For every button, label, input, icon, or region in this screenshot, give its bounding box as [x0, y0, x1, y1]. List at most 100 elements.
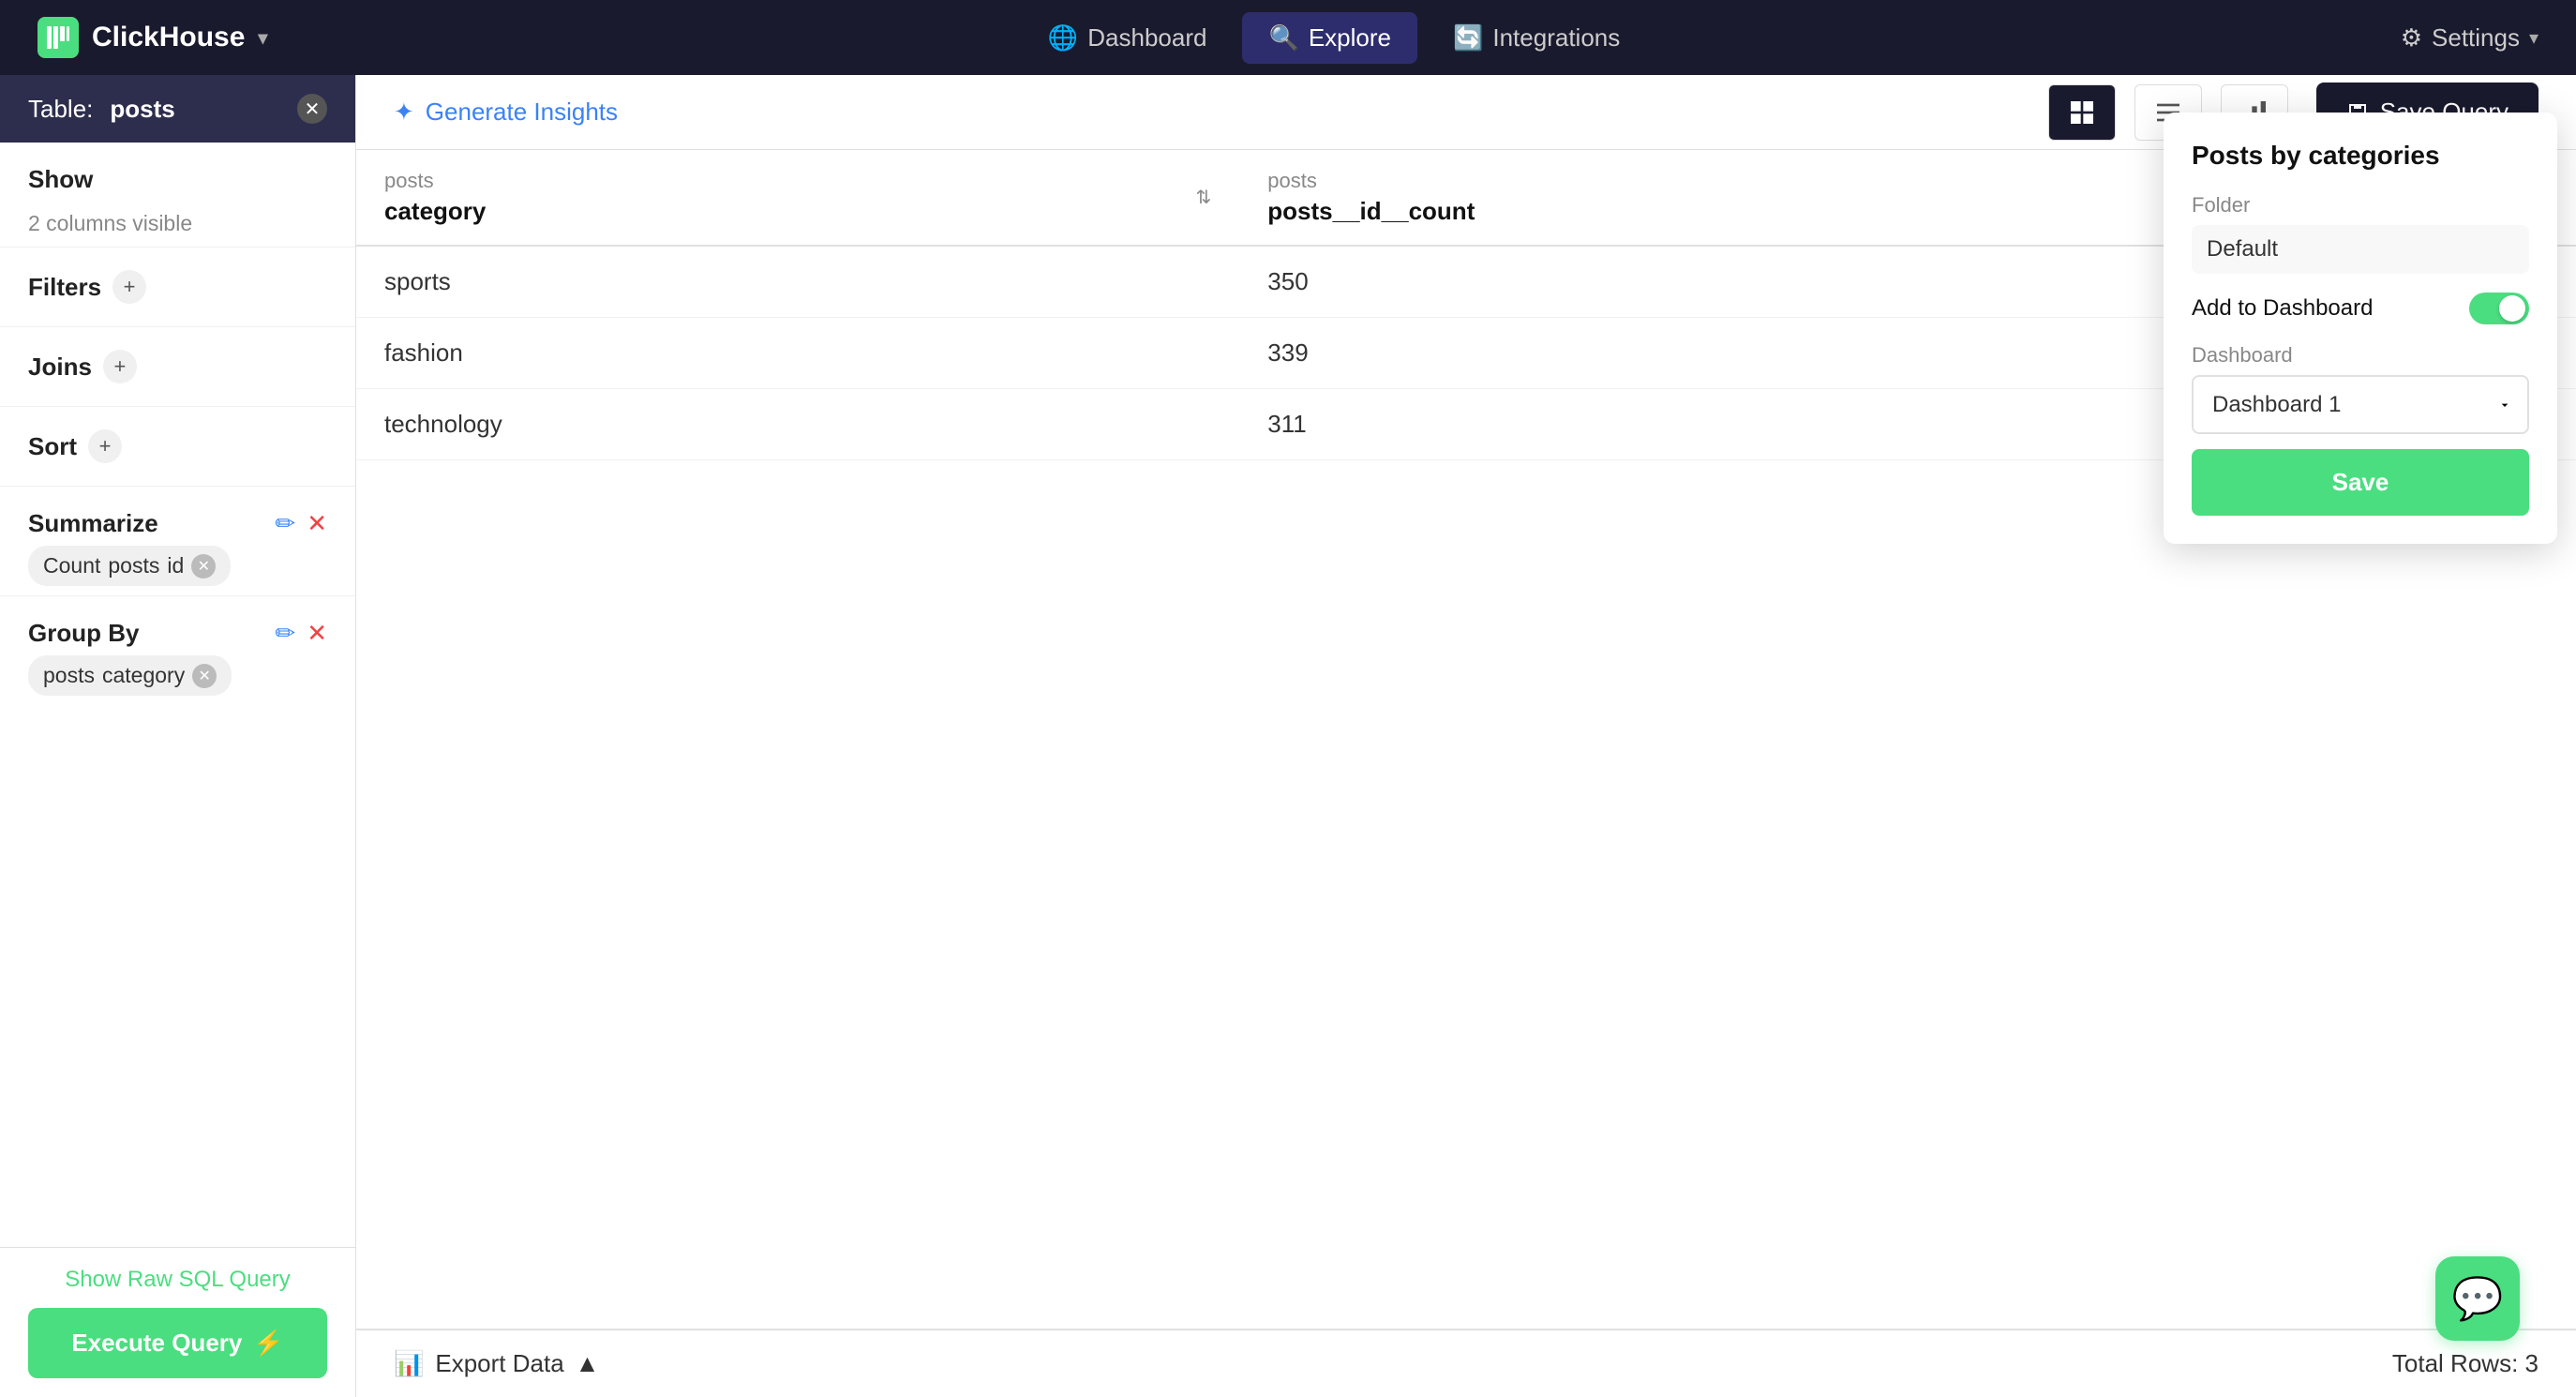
explore-label: Explore: [1309, 23, 1391, 53]
logo-dropdown-arrow: ▾: [258, 26, 267, 50]
popup-folder-label: Folder: [2192, 193, 2529, 218]
sort-header: Sort +: [28, 429, 327, 463]
sort-section: Sort +: [0, 407, 355, 487]
group-by-chips: posts category ✕: [28, 655, 327, 696]
edit-group-by-button[interactable]: ✏: [275, 619, 295, 648]
export-icon: 📊: [394, 1349, 424, 1378]
table-view-button[interactable]: [2048, 84, 2116, 141]
table-label: Table:: [28, 95, 93, 124]
cell-category-2: technology: [356, 389, 1239, 460]
delete-summarize-button[interactable]: ✕: [307, 509, 327, 538]
explore-icon: 🔍: [1268, 23, 1298, 53]
remove-group-by-chip-button[interactable]: ✕: [192, 664, 217, 688]
chat-icon: 💬: [2452, 1274, 2504, 1323]
logo-box: [37, 17, 79, 58]
group-by-header: Group By ✏ ✕: [28, 619, 327, 648]
summarize-func: Count: [43, 553, 100, 578]
generate-insights-button[interactable]: ✦ Generate Insights: [394, 98, 618, 127]
summarize-chip[interactable]: Count posts id ✕: [28, 546, 231, 586]
sidebar-bottom: Show Raw SQL Query Execute Query ⚡: [0, 1247, 355, 1397]
group-by-table: posts: [43, 663, 95, 688]
group-by-title: Group By: [28, 619, 139, 648]
add-to-dashboard-toggle[interactable]: [2469, 293, 2529, 324]
execute-query-button[interactable]: Execute Query ⚡: [28, 1308, 327, 1378]
export-data-button[interactable]: 📊 Export Data ▲: [394, 1349, 599, 1378]
popup-dashboard-label: Dashboard: [2192, 343, 2529, 368]
delete-group-by-button[interactable]: ✕: [307, 619, 327, 648]
table-name: posts: [110, 95, 174, 124]
nav-explore[interactable]: 🔍 Explore: [1242, 12, 1417, 64]
settings-button[interactable]: ⚙ Settings ▾: [2401, 23, 2539, 53]
execute-label: Execute Query: [71, 1329, 242, 1358]
group-by-chip[interactable]: posts category ✕: [28, 655, 232, 696]
popup-add-to-dashboard-label: Add to Dashboard: [2192, 295, 2373, 322]
show-title: Show: [28, 165, 93, 194]
summarize-section: Summarize ✏ ✕ Count posts id ✕: [0, 487, 355, 596]
app-logo[interactable]: ClickHouse ▾: [37, 17, 267, 58]
generate-insights-icon: ✦: [394, 98, 414, 127]
save-query-popup: Posts by categories Folder Default Add t…: [2164, 113, 2557, 544]
joins-header: Joins +: [28, 350, 327, 383]
sidebar-header: Table: posts ✕: [0, 75, 355, 143]
settings-label: Settings: [2432, 23, 2520, 53]
popup-save-button[interactable]: Save: [2192, 449, 2529, 516]
summarize-field: id: [167, 553, 184, 578]
col-table-2: posts: [1267, 169, 1475, 193]
app-name: ClickHouse: [92, 22, 245, 53]
show-header: Show: [28, 165, 327, 194]
popup-toggle-row: Add to Dashboard: [2192, 293, 2529, 324]
sort-title: Sort: [28, 432, 77, 461]
group-by-field: category: [102, 663, 185, 688]
filters-section: Filters +: [0, 248, 355, 327]
export-label: Export Data: [435, 1349, 563, 1378]
show-section: Show 2 columns visible: [0, 143, 355, 248]
dashboard-select[interactable]: Dashboard 1 Dashboard 2 Dashboard 3: [2192, 375, 2529, 434]
export-bar: 📊 Export Data ▲ Total Rows: 3: [356, 1329, 2576, 1397]
dashboard-label: Dashboard: [1087, 23, 1206, 53]
summarize-actions: ✏ ✕: [275, 509, 327, 538]
nav-center: 🌐 Dashboard 🔍 Explore 🔄 Integrations: [1022, 12, 1646, 64]
joins-title: Joins: [28, 353, 92, 382]
top-nav: ClickHouse ▾ 🌐 Dashboard 🔍 Explore 🔄 Int…: [0, 0, 2576, 75]
group-by-section: Group By ✏ ✕ posts category ✕: [0, 596, 355, 705]
settings-arrow: ▾: [2529, 26, 2539, 50]
chat-bubble-button[interactable]: 💬: [2435, 1256, 2520, 1341]
col-name-1: category: [384, 197, 486, 226]
integrations-label: Integrations: [1492, 23, 1620, 53]
nav-dashboard[interactable]: 🌐 Dashboard: [1022, 12, 1234, 64]
col-name-2: posts__id__count: [1267, 197, 1475, 226]
sort-icon-1[interactable]: ⇅: [1196, 186, 1212, 209]
show-sql-link[interactable]: Show Raw SQL Query: [28, 1267, 327, 1293]
summarize-table: posts: [108, 553, 159, 578]
execute-icon: ⚡: [253, 1329, 283, 1358]
column-header-category: posts category ⇅: [356, 150, 1239, 246]
edit-summarize-button[interactable]: ✏: [275, 509, 295, 538]
close-table-button[interactable]: ✕: [297, 94, 327, 124]
group-by-actions: ✏ ✕: [275, 619, 327, 648]
settings-icon: ⚙: [2401, 23, 2422, 53]
filters-header: Filters +: [28, 270, 327, 304]
generate-insights-label: Generate Insights: [426, 98, 618, 127]
export-chevron: ▲: [576, 1349, 600, 1378]
joins-section: Joins +: [0, 327, 355, 407]
summarize-title: Summarize: [28, 509, 158, 538]
popup-folder-value: Default: [2192, 225, 2529, 274]
col-table-1: posts: [384, 169, 486, 193]
nav-integrations[interactable]: 🔄 Integrations: [1427, 12, 1646, 64]
cell-category-0: sports: [356, 246, 1239, 318]
total-rows-text: Total Rows: 3: [2392, 1349, 2539, 1378]
columns-visible-text: 2 columns visible: [28, 211, 192, 235]
add-sort-button[interactable]: +: [88, 429, 122, 463]
add-filter-button[interactable]: +: [112, 270, 146, 304]
toggle-knob: [2499, 295, 2525, 322]
cell-category-1: fashion: [356, 318, 1239, 389]
remove-summarize-chip-button[interactable]: ✕: [191, 554, 216, 578]
popup-title: Posts by categories: [2192, 141, 2529, 171]
left-sidebar: Table: posts ✕ Show 2 columns visible Fi…: [0, 75, 356, 1397]
summarize-header: Summarize ✏ ✕: [28, 509, 327, 538]
dashboard-icon: 🌐: [1048, 23, 1078, 53]
filters-title: Filters: [28, 273, 101, 302]
integrations-icon: 🔄: [1453, 23, 1483, 53]
add-join-button[interactable]: +: [103, 350, 137, 383]
summarize-chips: Count posts id ✕: [28, 546, 327, 586]
